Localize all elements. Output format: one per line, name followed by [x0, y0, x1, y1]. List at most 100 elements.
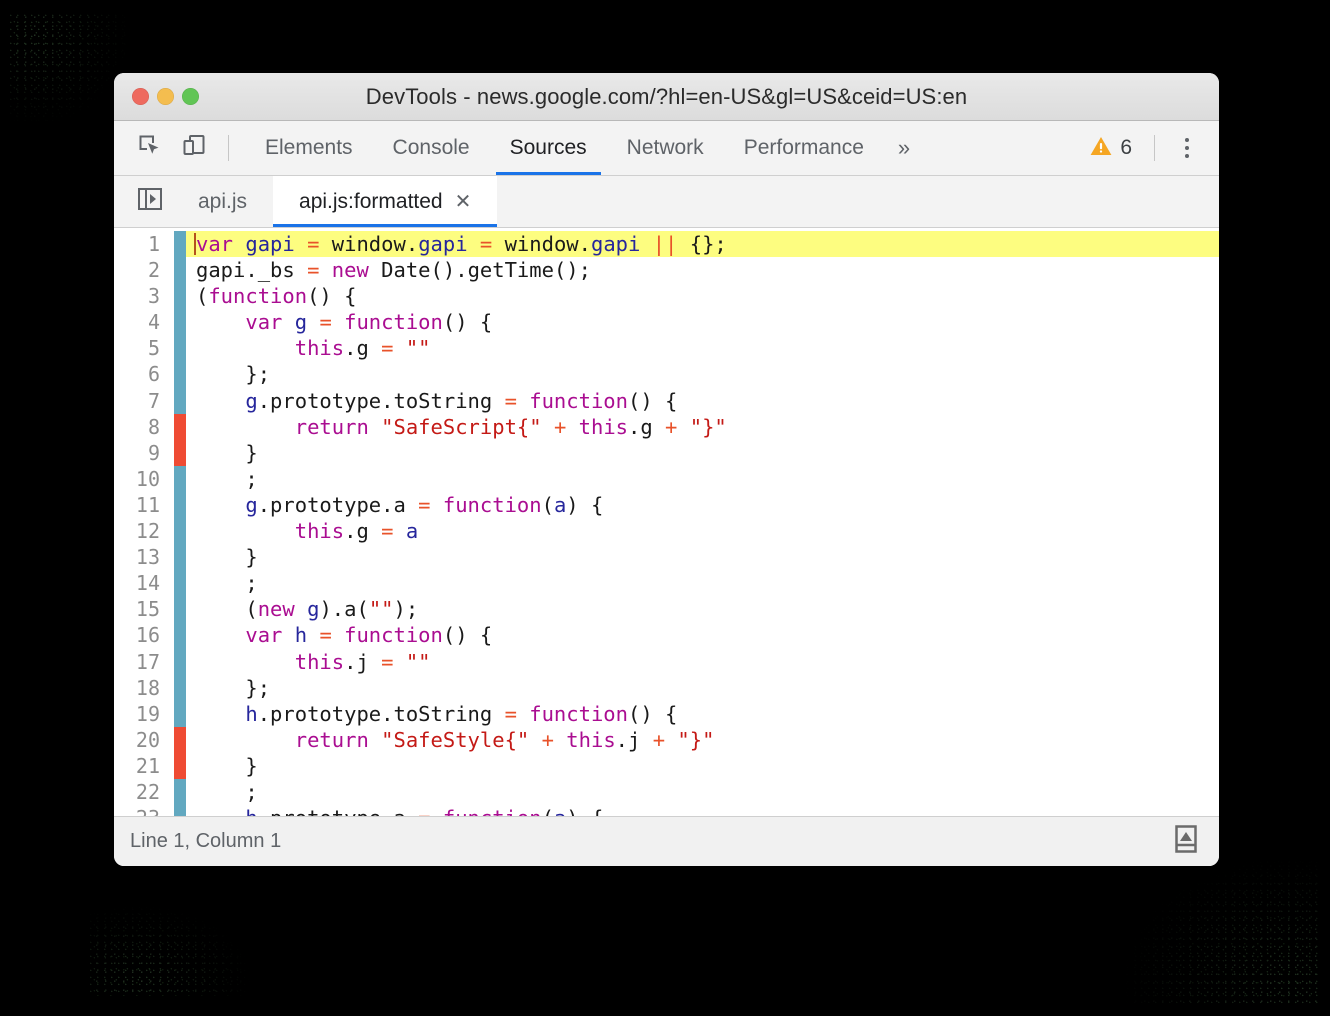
shadow-noise-top-left: [10, 14, 130, 124]
code-line[interactable]: 14 ;: [114, 570, 1219, 597]
line-padding: [492, 309, 1219, 335]
line-padding: [726, 231, 1219, 258]
inspect-element-icon: [137, 133, 163, 164]
coverage-indicator: [174, 361, 186, 388]
coverage-indicator: [174, 622, 186, 649]
zoom-button[interactable]: [182, 88, 199, 105]
line-content: return "SafeScript{" + this.g + "}": [294, 414, 727, 439]
code-line[interactable]: 13 }: [114, 544, 1219, 571]
code-line[interactable]: 16 var h = function() {: [114, 622, 1219, 649]
warning-count-label: 6: [1120, 136, 1132, 159]
coverage-indicator: [174, 309, 186, 336]
tab-network-label: Network: [626, 136, 704, 159]
line-content: };: [196, 675, 271, 700]
code-line[interactable]: 18 };: [114, 674, 1219, 701]
navigator-panel-toggle-button[interactable]: [128, 176, 172, 227]
code-line[interactable]: 8 return "SafeScript{" + this.g + "}": [114, 413, 1219, 440]
tab-elements[interactable]: Elements: [245, 121, 373, 175]
coverage-indicator: [174, 465, 186, 492]
line-content: h.prototype.a = function(a) {: [186, 805, 603, 816]
code-line[interactable]: 11 g.prototype.a = function(a) {: [114, 491, 1219, 519]
warning-counter[interactable]: 6: [1079, 134, 1142, 163]
code-line[interactable]: 4 var g = function() {: [114, 309, 1219, 336]
source-code-editor[interactable]: 1 var gapi = window.gapi = window.gapi ||…: [114, 228, 1219, 816]
code-line[interactable]: 23 h.prototype.a = function(a) {: [114, 805, 1219, 816]
line-number: 3: [147, 284, 160, 309]
code-line[interactable]: 9 }: [114, 439, 1219, 466]
minimize-button[interactable]: [157, 88, 174, 105]
code-line[interactable]: 6 };: [114, 361, 1219, 388]
line-content: ;: [196, 779, 258, 804]
line-number: 18: [135, 675, 160, 700]
line-content: var g = function() {: [245, 310, 493, 335]
code-line[interactable]: 2 gapi._bs = new Date().getTime();: [114, 257, 1219, 284]
code-line[interactable]: 5 this.g = "": [114, 335, 1219, 362]
code-line[interactable]: 22 ;: [114, 778, 1219, 806]
tab-sources-label: Sources: [509, 136, 587, 159]
window-title: DevTools - news.google.com/?hl=en-US&gl=…: [365, 83, 968, 109]
line-content: }: [196, 753, 258, 778]
coverage-indicator: [174, 700, 186, 727]
kebab-dot-3: [1185, 154, 1189, 158]
close-button[interactable]: [132, 88, 149, 105]
pretty-print-button[interactable]: [1169, 825, 1203, 859]
line-content: gapi._bs = new Date().getTime();: [196, 258, 591, 283]
line-number: 1: [147, 232, 160, 256]
coverage-indicator: [174, 726, 186, 753]
line-content: ;: [196, 571, 258, 596]
code-line[interactable]: 10 ;: [114, 465, 1219, 492]
code-line[interactable]: 3 (function() {: [114, 283, 1219, 310]
line-number: 23: [114, 805, 170, 816]
line-content: var h = function() {: [245, 623, 493, 648]
code-line[interactable]: 20 return "SafeStyle{" + this.j + "}": [114, 726, 1219, 753]
code-line[interactable]: 19 h.prototype.toString = function() {: [114, 700, 1219, 727]
code-line[interactable]: 17 this.j = "": [114, 648, 1219, 675]
tab-console[interactable]: Console: [373, 121, 490, 175]
close-icon[interactable]: ✕: [455, 192, 472, 212]
line-padding: [727, 414, 1219, 440]
line-content: this.g = "": [294, 336, 431, 361]
main-menu-button[interactable]: [1167, 128, 1207, 168]
window-titlebar: DevTools - news.google.com/?hl=en-US&gl=…: [114, 73, 1219, 121]
line-padding: [603, 492, 1219, 518]
line-padding: [431, 335, 1219, 361]
line-number: 21: [135, 753, 160, 778]
code-line[interactable]: 21 }: [114, 752, 1219, 779]
line-number: 14: [135, 571, 160, 596]
tab-console-label: Console: [392, 136, 470, 159]
code-line[interactable]: 1 var gapi = window.gapi = window.gapi ||…: [114, 231, 1219, 258]
kebab-dot-2: [1185, 146, 1189, 150]
coverage-indicator: [174, 648, 186, 675]
line-content: g.prototype.a = function(a) {: [245, 492, 604, 517]
tab-sources[interactable]: Sources: [490, 121, 607, 175]
pretty-print-icon: [1172, 824, 1200, 859]
line-padding: [270, 361, 1219, 387]
coverage-indicator: [174, 805, 186, 816]
line-number: 5: [147, 336, 160, 361]
code-line[interactable]: 15 (new g).a("");: [114, 596, 1219, 623]
line-number: 9: [147, 440, 160, 465]
line-content: var gapi = window.gapi = window.gapi || …: [186, 231, 727, 258]
line-padding: [258, 570, 1219, 596]
line-number: 19: [135, 701, 160, 726]
file-tab-api-js-formatted[interactable]: api.js:formatted ✕: [273, 176, 498, 227]
line-content: (function() {: [196, 284, 357, 309]
more-panels-button[interactable]: »: [884, 121, 924, 175]
code-line[interactable]: 7 g.prototype.toString = function() {: [114, 387, 1219, 414]
line-number: 16: [135, 623, 160, 648]
coverage-indicator: [174, 596, 186, 623]
file-tab-api-js[interactable]: api.js: [172, 176, 273, 227]
cursor-position-label: Line 1, Column 1: [130, 830, 282, 852]
tab-performance[interactable]: Performance: [724, 121, 884, 175]
shadow-noise-bottom-left: [90, 906, 250, 996]
line-padding: [258, 440, 1219, 466]
device-toolbar-button[interactable]: [172, 126, 216, 170]
line-padding: [418, 518, 1219, 544]
devtools-panel-tabs: Elements Console Sources Network Perform…: [245, 121, 924, 175]
tab-network[interactable]: Network: [607, 121, 724, 175]
line-number: 6: [147, 362, 160, 387]
inspect-element-button[interactable]: [128, 126, 172, 170]
coverage-indicator: [174, 335, 186, 362]
line-padding: [492, 622, 1219, 648]
code-line[interactable]: 12 this.g = a: [114, 518, 1219, 545]
